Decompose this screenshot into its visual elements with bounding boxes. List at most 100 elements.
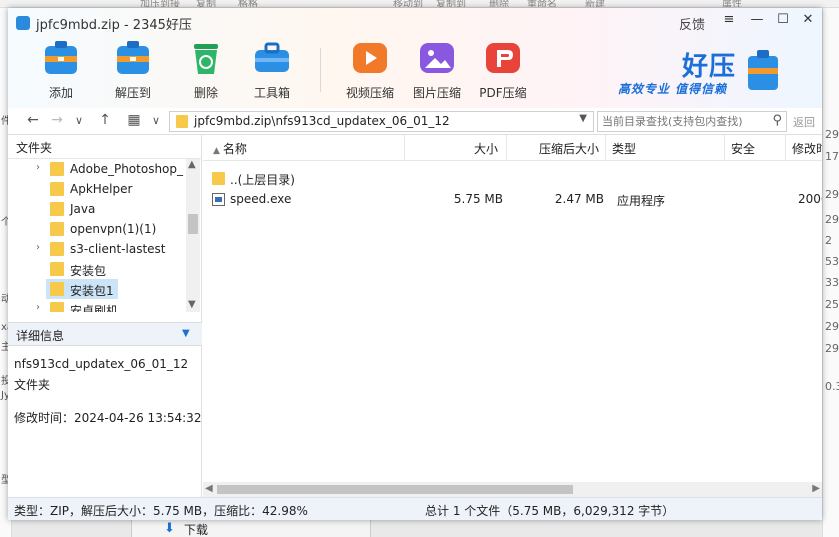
toolbar-video-compress-button[interactable]: 视频压缩 <box>338 38 402 102</box>
expand-icon[interactable]: › <box>36 302 40 312</box>
cell-size: 5.75 MB <box>453 192 503 206</box>
search-input[interactable] <box>602 114 762 129</box>
details-header[interactable]: 详细信息 ▼ <box>8 322 202 346</box>
scroll-thumb[interactable] <box>217 485 573 494</box>
folder-panel-title: 文件夹 <box>16 141 53 155</box>
bg-fragment: 属性 <box>722 0 742 8</box>
folder-panel: 文件夹 › Adobe_Photoshop_ ApkHelper Java op… <box>8 135 202 497</box>
details-modified: 修改时间：2024-04-26 13:54:32 <box>14 411 202 425</box>
folder-icon <box>50 202 64 216</box>
collapse-icon[interactable]: ▼ <box>182 328 190 339</box>
search-box[interactable]: ⚲ <box>597 111 787 132</box>
bg-fragment: 29 <box>825 188 839 201</box>
file-list-panel: ▲名称 大小 压缩后大小 类型 安全 修改时 ..(上层目录) spee <box>203 135 822 497</box>
tree-item[interactable]: › s3-client-lastest <box>8 239 186 259</box>
brand-box-icon <box>748 50 778 90</box>
background-taskbar-item[interactable]: ⬇ 下载 <box>131 520 371 537</box>
tree-item-selected[interactable]: 安装包1 <box>8 279 186 299</box>
bg-fragment: 加压到接 <box>140 0 180 8</box>
column-label: 名称 <box>222 142 247 156</box>
folder-icon <box>50 262 64 276</box>
folder-tree-scrollbar[interactable]: ▲ ▼ <box>186 159 200 312</box>
path-field[interactable]: jpfc9mbd.zip\nfs913cd_updatex_06_01_12 ▼ <box>169 111 594 132</box>
menu-icon[interactable]: ≡ <box>719 12 739 27</box>
tree-item-label: 安卓刷机 <box>70 304 119 312</box>
toolbar-toolbox-label: 工具箱 <box>253 86 290 100</box>
column-security[interactable]: 安全 <box>725 135 786 161</box>
feedback-button[interactable]: 反馈 <box>679 14 705 33</box>
address-bar: ← → ∨ ↑ ▦ ∨ jpfc9mbd.zip\nfs913cd_update… <box>8 108 822 135</box>
cell-modified: 2006- <box>798 192 822 206</box>
toolbar-image-compress-button[interactable]: 图片压缩 <box>405 38 469 102</box>
tree-item[interactable]: › 安卓刷机 <box>8 299 186 312</box>
bg-fragment: 0.3 <box>825 380 839 393</box>
path-dropdown-icon[interactable]: ▼ <box>579 113 587 124</box>
video-compress-icon <box>353 43 387 73</box>
scroll-thumb[interactable] <box>188 214 198 234</box>
scroll-up-icon[interactable]: ▲ <box>188 159 196 170</box>
expand-icon[interactable]: › <box>36 162 40 173</box>
tree-item[interactable]: Java <box>8 199 186 219</box>
column-packed-size[interactable]: 压缩后大小 <box>507 135 606 161</box>
haozip-window: jpfc9mbd.zip - 2345好压 反馈 ≡ — ☐ ✕ 添加 解压到 … <box>8 8 822 520</box>
scroll-left-icon[interactable]: ◀ <box>205 483 213 494</box>
tree-item[interactable]: 安装包 <box>8 259 186 279</box>
scroll-down-icon[interactable]: ▼ <box>188 299 196 310</box>
toolbar-delete-button[interactable]: 删除 <box>174 38 238 102</box>
view-mode-dropdown[interactable]: ∨ <box>147 114 165 127</box>
history-dropdown[interactable]: ∨ <box>70 114 88 127</box>
bg-fragment: 53 <box>825 255 839 268</box>
forward-button[interactable]: → <box>48 112 66 128</box>
bg-fragment: 复制到 <box>436 0 466 8</box>
tree-item-label: openvpn(1)(1) <box>70 222 157 236</box>
bg-fragment: 33 <box>825 276 839 289</box>
column-name[interactable]: ▲ 名称 <box>203 135 405 161</box>
view-mode-button[interactable]: ▦ <box>125 112 143 128</box>
toolbar-toolbox-button[interactable]: 工具箱 <box>240 38 304 102</box>
maximize-button[interactable]: ☐ <box>773 12 793 27</box>
cell-packed-size: 2.47 MB <box>554 192 604 206</box>
tree-item-label: Java <box>70 202 96 216</box>
tree-item[interactable]: openvpn(1)(1) <box>8 219 186 239</box>
extract-box-icon <box>117 41 149 74</box>
return-button[interactable]: 返回 <box>793 114 815 130</box>
details-title: 详细信息 <box>16 329 65 343</box>
toolbar-extract-label: 解压到 <box>114 86 151 100</box>
tree-item-label: 安装包 <box>70 264 107 278</box>
tree-item[interactable]: ApkHelper <box>8 179 186 199</box>
sort-ascending-icon: ▲ <box>213 146 220 156</box>
close-button[interactable]: ✕ <box>798 12 818 27</box>
toolbar-pdf-compress-button[interactable]: PDF压缩 <box>471 38 535 102</box>
scroll-right-icon[interactable]: ▶ <box>812 483 820 494</box>
image-compress-icon <box>420 43 454 73</box>
tree-item-label: Adobe_Photoshop_ <box>70 162 184 176</box>
bg-fragment: 17 <box>825 150 839 163</box>
toolbar-divider <box>320 48 321 92</box>
folder-icon <box>50 302 64 312</box>
toolbar-delete-label: 删除 <box>193 86 218 100</box>
bg-fragment: 2 <box>825 234 832 247</box>
bg-fragment: 29 <box>825 320 839 333</box>
toolbar-add-button[interactable]: 添加 <box>29 38 93 102</box>
file-list-hscrollbar[interactable]: ◀ ▶ <box>203 482 822 497</box>
column-size[interactable]: 大小 <box>405 135 507 161</box>
status-total-info: 总计 1 个文件（5.75 MB，6,029,312 字节） <box>425 504 675 518</box>
status-bar: 类型：ZIP，解压后大小：5.75 MB，压缩比：42.98% 总计 1 个文件… <box>8 497 822 520</box>
minimize-button[interactable]: — <box>747 12 767 27</box>
folder-icon <box>212 172 225 185</box>
status-archive-info: 类型：ZIP，解压后大小：5.75 MB，压缩比：42.98% <box>14 504 308 518</box>
back-button[interactable]: ← <box>24 112 42 128</box>
up-folder-button[interactable]: ↑ <box>96 112 114 128</box>
toolbar-extract-button[interactable]: 解压到 <box>101 38 165 102</box>
expand-icon[interactable]: › <box>36 242 40 253</box>
column-type[interactable]: 类型 <box>606 135 725 161</box>
search-icon[interactable]: ⚲ <box>772 113 782 128</box>
table-row[interactable]: speed.exe 5.75 MB 2.47 MB 应用程序 2006- <box>203 189 822 210</box>
column-modified[interactable]: 修改时 <box>786 135 822 161</box>
title-toolbar-area: jpfc9mbd.zip - 2345好压 反馈 ≡ — ☐ ✕ 添加 解压到 … <box>8 8 822 108</box>
table-row[interactable]: ..(上层目录) <box>203 168 822 189</box>
bg-fragment: 删除 <box>489 0 509 8</box>
tree-item[interactable]: › Adobe_Photoshop_ <box>8 159 186 179</box>
brand-name: 好压 <box>682 52 737 82</box>
column-label: 安全 <box>731 142 756 156</box>
